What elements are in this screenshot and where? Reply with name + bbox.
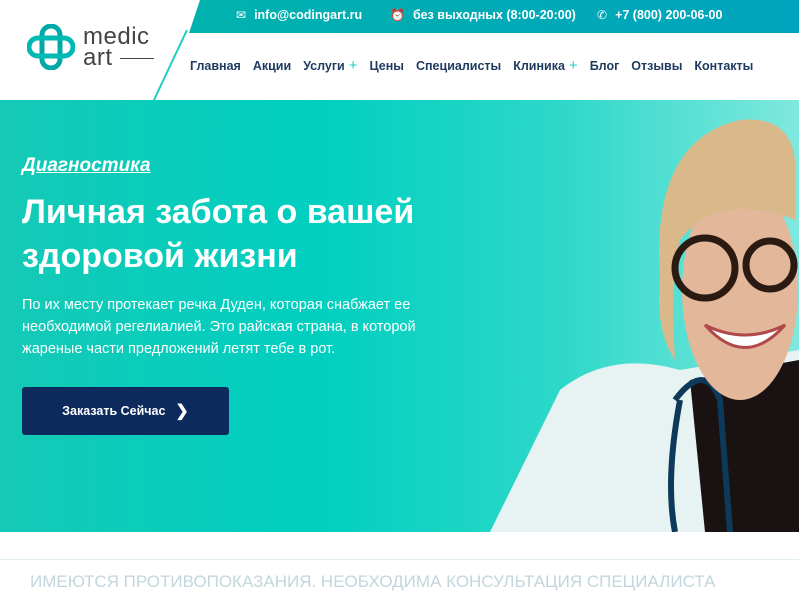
plus-icon: + (568, 57, 578, 74)
nav-blog[interactable]: Блог (590, 59, 620, 73)
nav-contacts[interactable]: Контакты (694, 59, 753, 73)
nav-services[interactable]: Услуги + (303, 57, 358, 74)
hero-banner: Диагностика Личная забота о вашей здоров… (0, 100, 799, 532)
section-divider (0, 559, 799, 560)
hours-text: без выходных (8:00-20:00) (412, 8, 576, 22)
hours-info: ⏰ без выходных (8:00-20:00) (390, 8, 576, 22)
contraindications-notice: ИМЕЮТСЯ ПРОТИВОПОКАЗАНИЯ. НЕОБХОДИМА КОН… (30, 572, 716, 591)
chevron-right-icon: ❯ (175, 403, 189, 420)
phone-text: +7 (800) 200-06-00 (615, 8, 723, 22)
email-link[interactable]: ✉ info@codingart.ru (236, 8, 362, 22)
envelope-icon: ✉ (236, 8, 247, 22)
plus-icon: + (348, 57, 358, 74)
nav-clinic[interactable]: Клиника + (513, 57, 578, 74)
alarm-clock-icon: ⏰ (390, 8, 405, 22)
doctor-photo (490, 119, 799, 532)
phone-link[interactable]: ✆ +7 (800) 200-06-00 (597, 8, 722, 22)
nav-reviews[interactable]: Отзывы (631, 59, 682, 73)
medical-cross-logo-icon (27, 24, 75, 70)
hero-title: Личная забота о вашей здоровой жизни (22, 193, 415, 275)
logo-line2: art (83, 46, 154, 70)
nav-prices[interactable]: Цены (370, 59, 404, 73)
email-text: info@codingart.ru (254, 8, 363, 22)
logo-text: medic art (83, 25, 154, 70)
logo[interactable]: medic art (27, 24, 154, 70)
site-header: ✉ info@codingart.ru ⏰ без выходных (8:00-2… (0, 0, 799, 102)
phone-icon: ✆ (597, 8, 608, 22)
nav-promotions[interactable]: Акции (253, 59, 291, 73)
main-nav: Главная Акции Услуги + Цены Специалисты К… (190, 57, 753, 74)
hero-description: По их месту протекает речка Дуден, котор… (22, 297, 416, 357)
hero-category-link[interactable]: Диагностика (22, 155, 151, 177)
order-now-label: Заказать Сейчас (62, 404, 166, 418)
header-diagonal-line (152, 30, 188, 102)
nav-specialists[interactable]: Специалисты (416, 59, 501, 73)
order-now-button[interactable]: Заказать Сейчас ❯ (22, 387, 229, 435)
nav-home[interactable]: Главная (190, 59, 241, 73)
